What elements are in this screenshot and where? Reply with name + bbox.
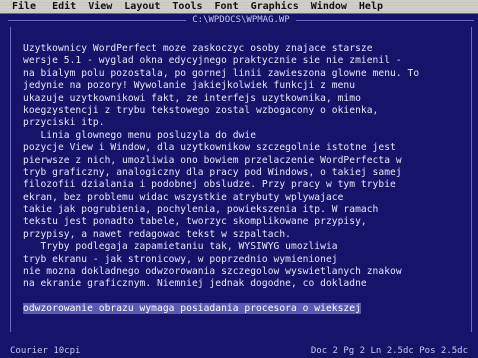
document-line: na bialym polu pozostala, po gornej lini… [23,67,420,79]
menu-edit[interactable]: Edit [46,1,82,12]
document-line: tryb graficzny, analogiczny dla pracy po… [23,166,402,178]
document-line: nie mozna dokladnego odwzorowania szczeg… [23,266,402,278]
document-line: takie jak pogrubienia, pochylenia, powie… [23,204,379,216]
menu-tools[interactable]: Tools [166,1,208,12]
document-line: filozofii dzialania i podobnej obsludze.… [23,179,396,191]
document-line: ukazuje uzytkownikowi fakt, ze interfejs… [23,92,361,104]
document-line: wersje 5.1 - wyglad okna edycyjnego prak… [23,55,402,67]
selected-text[interactable]: odwzorowanie obrazu wymaga posiadania pr… [23,303,361,315]
status-font: Courier 10cpi [10,346,81,356]
document-line: koegzystencji z trybu tekstowego zostal … [23,104,379,116]
menu-window[interactable]: Window [305,1,353,12]
status-position: Doc 2 Pg 2 Ln 2.5dc Pos 2.5dc [310,346,468,356]
document-title-bar: C:\WPDOCS\WPMAG.WP [8,14,474,26]
menu-layout[interactable]: Layout [118,1,166,12]
menu-graphics[interactable]: Graphics [245,1,305,12]
document-text[interactable]: Uzytkownicy WordPerfect moze zaskoczyc o… [23,43,461,316]
document-line: przypisy, a nawet redagowac tekst w szpa… [23,228,291,240]
document-line: jedynie na pozory! Wywolanie jakiejkolwi… [23,80,356,92]
menu-file[interactable]: File [6,1,42,12]
document-line: pierwsze z nich, umozliwia ono bowiem pr… [23,154,402,166]
document-line: na ekranie graficznym. Niemniej jednak d… [23,278,367,290]
document-line: ekran, bez problemu widac wszystkie atry… [23,191,344,203]
menu-help[interactable]: Help [353,1,389,12]
menu-font[interactable]: Font [209,1,245,12]
document-line: Linia glownego menu posluzyla do dwie [23,129,257,141]
menu-bar: File Edit View Layout Tools Font Graphic… [0,0,478,14]
document-line: tekstu jest ponadto tabele, tworzyc skom… [23,216,367,228]
menu-view[interactable]: View [82,1,118,12]
document-line: przyciski itp. [23,117,105,129]
document-line: Tryby podlegaja zapamietaniu tak, WYSIWY… [23,241,338,253]
document-line: Uzytkownicy WordPerfect moze zaskoczyc o… [23,43,373,54]
document-line: odwzorowanie obrazu wymaga posiadania pr… [23,303,461,315]
document-line: tryb ekranu - jak stronicowy, w poprzedn… [23,253,338,265]
document-line: pozycje View i Window, dla uzytkownikow … [23,142,396,154]
status-bar: Courier 10cpi Doc 2 Pg 2 Ln 2.5dc Pos 2.… [0,344,478,358]
document-frame: Uzytkownicy WordPerfect moze zaskoczyc o… [10,27,472,332]
document-title: C:\WPDOCS\WPMAG.WP [186,15,296,25]
